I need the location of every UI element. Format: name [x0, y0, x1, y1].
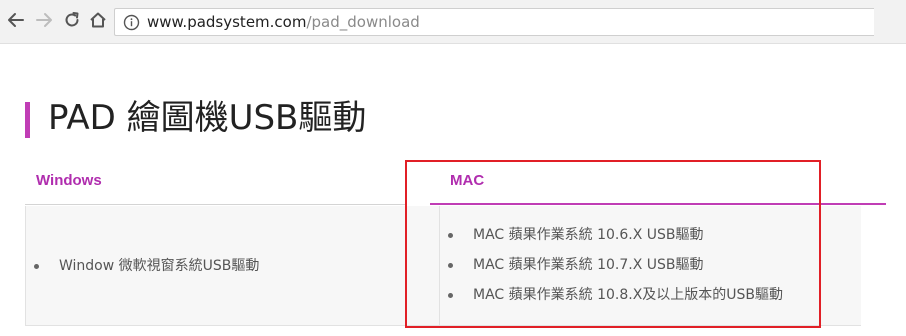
mac-panel: MAC 蘋果作業系統 10.6.X USB驅動 MAC 蘋果作業系統 10.7.…	[439, 206, 861, 326]
title-accent-bar	[25, 102, 30, 138]
forward-button[interactable]	[32, 8, 56, 32]
home-button[interactable]	[86, 8, 110, 32]
mac-10-8-driver-link[interactable]: MAC 蘋果作業系統 10.8.X及以上版本的USB驅動	[448, 286, 783, 305]
os-tabs: Windows MAC	[25, 160, 886, 206]
back-button[interactable]	[4, 8, 28, 32]
list-item: Window 微軟視窗系統USB驅動	[34, 257, 259, 276]
mac-10-6-driver-link[interactable]: MAC 蘋果作業系統 10.6.X USB驅動	[448, 226, 704, 245]
home-icon	[90, 12, 106, 28]
bullet-icon	[448, 263, 453, 268]
url-text[interactable]: www.padsystem.com/pad_download	[147, 14, 420, 31]
bullet-icon	[448, 233, 453, 238]
list-item: MAC 蘋果作業系統 10.7.X USB驅動	[448, 256, 704, 275]
browser-toolbar: www.padsystem.com/pad_download	[0, 0, 906, 44]
windows-usb-driver-link[interactable]: Window 微軟視窗系統USB驅動	[34, 257, 259, 276]
bullet-icon	[34, 264, 39, 269]
forward-arrow-icon	[36, 13, 52, 27]
tab-mac[interactable]: MAC	[450, 172, 484, 189]
url-path: /pad_download	[306, 13, 420, 31]
page-title: PAD 繪圖機USB驅動	[48, 98, 367, 138]
info-icon[interactable]	[123, 14, 140, 31]
url-host: www.padsystem.com	[147, 13, 307, 31]
bullet-icon	[448, 293, 453, 298]
windows-panel: Window 微軟視窗系統USB驅動	[25, 206, 439, 326]
mac-10-7-driver-link[interactable]: MAC 蘋果作業系統 10.7.X USB驅動	[448, 256, 704, 275]
address-bar[interactable]: www.padsystem.com/pad_download	[114, 8, 874, 36]
back-arrow-icon	[8, 13, 24, 27]
tab-divider	[25, 204, 405, 205]
tab-windows[interactable]: Windows	[36, 172, 102, 189]
active-tab-underline	[430, 203, 886, 205]
reload-icon	[65, 12, 79, 27]
reload-button[interactable]	[60, 8, 84, 32]
list-item: MAC 蘋果作業系統 10.6.X USB驅動	[448, 226, 704, 245]
list-item: MAC 蘋果作業系統 10.8.X及以上版本的USB驅動	[448, 286, 783, 305]
